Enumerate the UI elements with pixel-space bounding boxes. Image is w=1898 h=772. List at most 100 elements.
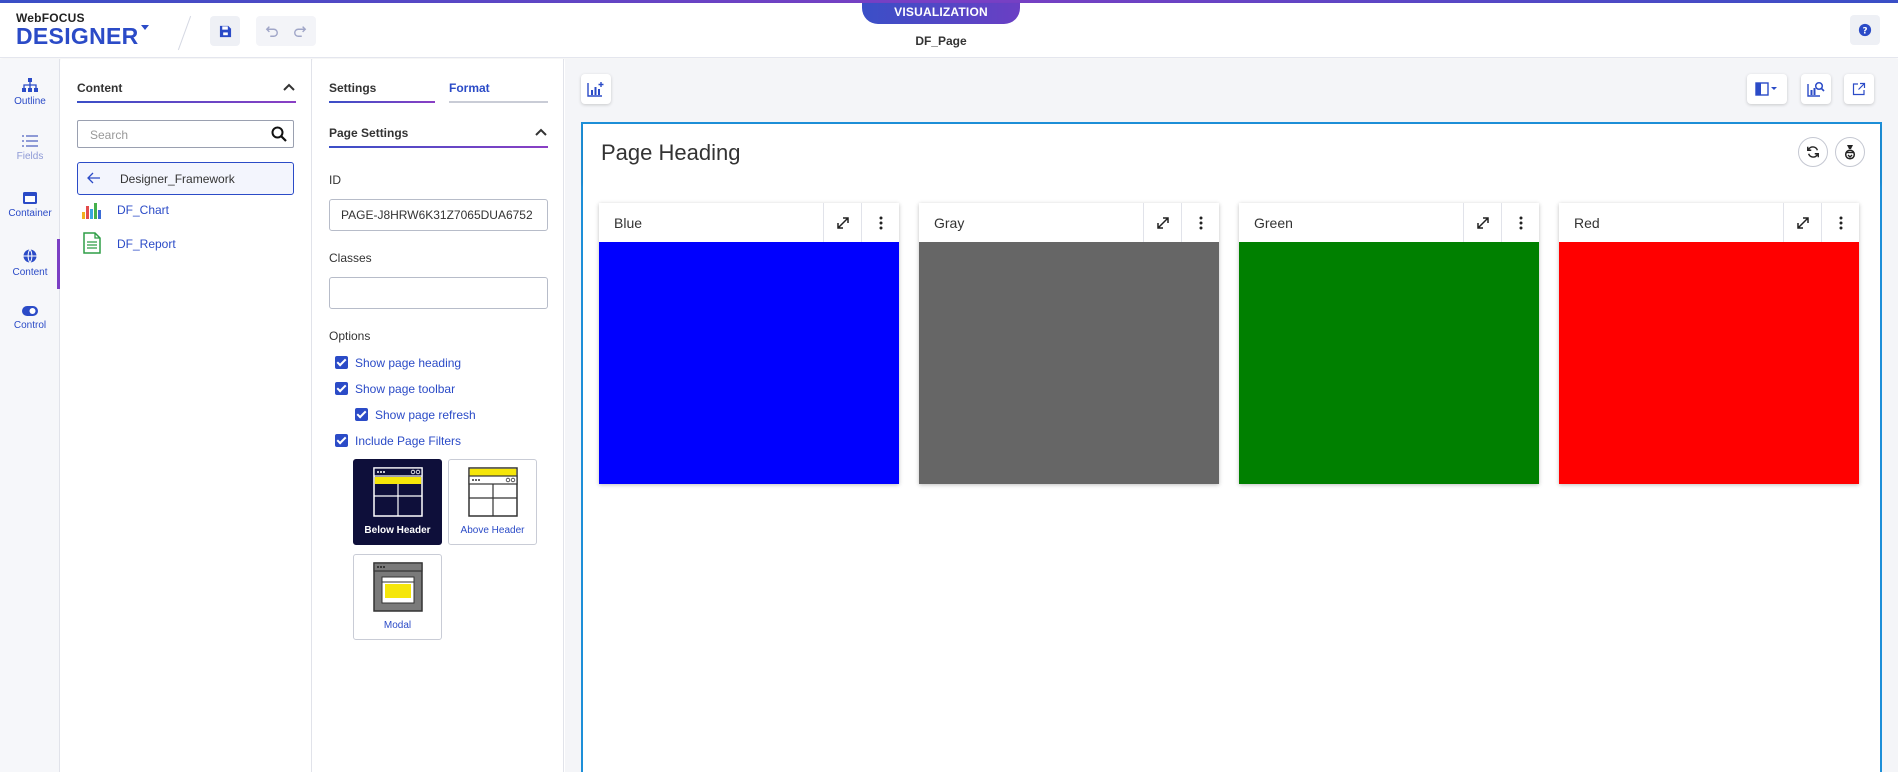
panel-card-blue[interactable]: Blue — [599, 203, 899, 484]
maximize-button[interactable] — [1783, 203, 1821, 242]
layout-panel-toggle-button[interactable] — [1747, 74, 1787, 104]
folder-back-item[interactable]: Designer_Framework — [77, 162, 294, 195]
chart-icon — [82, 203, 101, 219]
checkbox[interactable] — [335, 434, 348, 447]
design-canvas: Page Heading Blue Gray Green Red — [565, 59, 1898, 772]
save-button[interactable] — [210, 16, 240, 46]
expand-icon — [1796, 216, 1809, 229]
tile-caption: Below Header — [364, 525, 431, 536]
panel-card-green[interactable]: Green — [1239, 203, 1539, 484]
help-button[interactable]: ? — [1850, 15, 1880, 45]
search-input[interactable]: Search — [77, 120, 294, 148]
mode-tab-visualization[interactable]: VISUALIZATION — [862, 3, 1020, 24]
filter-layout-modal[interactable]: Modal — [353, 554, 442, 640]
card-menu-button[interactable] — [1501, 203, 1539, 242]
chevron-down-icon[interactable] — [141, 25, 149, 30]
page-settings-underline — [329, 146, 548, 148]
settings-panel: Settings Format Page Settings ID PAGE-J8… — [313, 59, 564, 772]
tab-settings[interactable]: Settings — [329, 81, 376, 95]
checkbox[interactable] — [335, 382, 348, 395]
page-frame[interactable]: Page Heading Blue Gray Green Red — [581, 122, 1882, 772]
card-title: Blue — [614, 215, 643, 231]
more-vertical-icon — [879, 216, 882, 229]
checkbox[interactable] — [355, 408, 368, 421]
search-icon[interactable] — [271, 126, 287, 142]
card-header: Green — [1239, 203, 1539, 242]
maximize-button[interactable] — [1143, 203, 1181, 242]
brand-logo[interactable]: WebFOCUS DESIGNER — [16, 11, 139, 48]
rail-item-outline[interactable]: Outline — [0, 77, 60, 131]
arrow-left-icon[interactable] — [86, 171, 102, 185]
rail-item-container[interactable]: Container — [0, 191, 60, 245]
open-external-button[interactable] — [1844, 74, 1874, 104]
card-content-area — [919, 242, 1219, 484]
inspect-chart-button[interactable] — [1801, 74, 1831, 104]
insert-chart-button[interactable] — [581, 74, 611, 104]
tab-format-underline — [449, 101, 548, 103]
filter-layout-above-header[interactable]: Above Header — [448, 459, 537, 545]
above-header-layout-icon — [468, 467, 518, 517]
classes-field[interactable] — [329, 277, 548, 309]
checkbox[interactable] — [335, 356, 348, 369]
sitemap-icon — [22, 78, 38, 92]
maximize-button[interactable] — [823, 203, 861, 242]
refresh-icon — [1807, 146, 1819, 158]
card-menu-button[interactable] — [861, 203, 899, 242]
panel-card-gray[interactable]: Gray — [919, 203, 1219, 484]
expand-icon — [836, 216, 849, 229]
content-item-label: DF_Report — [117, 237, 176, 251]
content-item-label: DF_Chart — [117, 203, 170, 217]
option-label: Include Page Filters — [355, 434, 462, 448]
card-content-area — [599, 242, 899, 484]
redo-icon[interactable] — [293, 24, 307, 38]
globe-icon — [23, 249, 37, 263]
chevron-up-icon[interactable] — [283, 83, 295, 91]
panel-layout-icon — [1755, 82, 1777, 96]
app-header: WebFOCUS DESIGNER VISUALIZATION DF_Page … — [0, 3, 1898, 58]
options-label: Options — [329, 329, 371, 343]
option-label: Show page toolbar — [355, 382, 456, 396]
rail-label: Content — [12, 267, 48, 278]
more-vertical-icon — [1839, 216, 1842, 229]
card-header: Red — [1559, 203, 1859, 242]
report-icon — [83, 232, 101, 254]
add-chart-icon — [587, 82, 604, 97]
rail-label: Control — [13, 320, 47, 331]
filter-button[interactable] — [1835, 137, 1865, 167]
card-menu-button[interactable] — [1821, 203, 1859, 242]
card-title: Green — [1254, 215, 1293, 231]
undo-icon[interactable] — [265, 24, 279, 38]
filter-icon — [1844, 145, 1856, 160]
rail-label: Outline — [14, 96, 46, 107]
chart-search-icon — [1807, 81, 1825, 97]
rail-item-control[interactable]: Control — [0, 305, 60, 359]
tile-caption: Above Header — [460, 525, 525, 536]
card-content-area — [1559, 242, 1859, 484]
below-header-layout-icon — [373, 467, 423, 517]
left-rail: Outline Fields Container Content Control — [0, 59, 60, 772]
maximize-button[interactable] — [1463, 203, 1501, 242]
undo-redo-group — [256, 16, 316, 46]
chevron-up-icon[interactable] — [535, 128, 547, 136]
id-label: ID — [329, 173, 341, 187]
classes-label: Classes — [329, 251, 372, 265]
card-title: Gray — [934, 215, 965, 231]
content-panel-underline — [77, 101, 296, 103]
card-menu-button[interactable] — [1181, 203, 1219, 242]
filter-layout-below-header[interactable]: Below Header — [353, 459, 442, 545]
rail-item-content[interactable]: Content — [0, 248, 60, 302]
svg-text:?: ? — [1862, 27, 1867, 37]
more-vertical-icon — [1199, 216, 1202, 229]
option-label: Show page heading — [355, 356, 462, 370]
save-icon — [219, 25, 231, 37]
tab-settings-underline — [329, 101, 435, 103]
list-icon — [22, 135, 38, 147]
refresh-button[interactable] — [1798, 137, 1828, 167]
tile-caption: Modal — [383, 620, 412, 631]
id-field[interactable]: PAGE-J8HRW6K31Z7065DUA6752 — [329, 199, 548, 231]
tab-format[interactable]: Format — [449, 81, 490, 95]
card-header: Blue — [599, 203, 899, 242]
page-heading[interactable]: Page Heading — [601, 140, 740, 166]
rail-item-fields[interactable]: Fields — [0, 134, 60, 188]
panel-card-red[interactable]: Red — [1559, 203, 1859, 484]
